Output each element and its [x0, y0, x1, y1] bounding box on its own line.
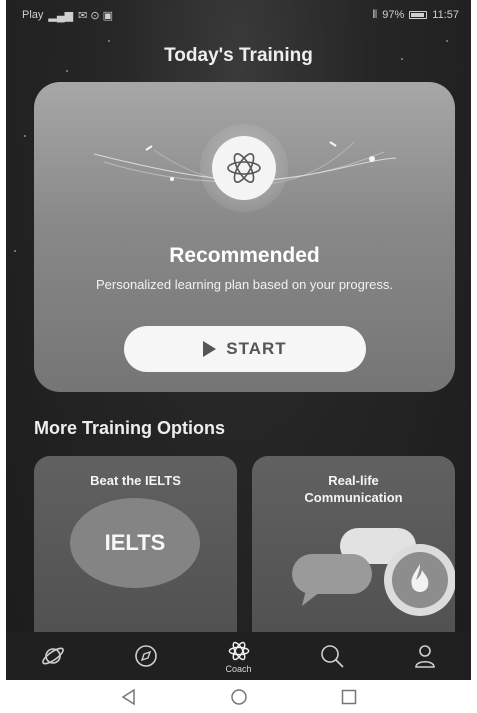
option-label: Beat the IELTS — [90, 473, 181, 488]
vibrate-icon: ⦀ — [372, 8, 378, 21]
recents-button[interactable] — [329, 680, 369, 713]
chat-bubbles-icon — [292, 528, 455, 616]
status-bar: Play ▂▄▆ ✉ ⊙ ▣ ⦀ 97% 11:57 — [6, 0, 471, 30]
back-button[interactable] — [109, 680, 149, 713]
app-screen: Play ▂▄▆ ✉ ⊙ ▣ ⦀ 97% 11:57 Today's Train… — [6, 0, 471, 680]
option-card-communication[interactable]: Real-life Communication — [252, 456, 455, 646]
clock: 11:57 — [432, 9, 459, 21]
carrier-label: Play — [22, 9, 44, 21]
planet-icon — [41, 647, 64, 665]
nav-planet[interactable] — [23, 632, 83, 680]
compass-icon — [134, 645, 157, 667]
nav-coach[interactable]: Coach — [209, 632, 269, 680]
atom-halo — [200, 124, 288, 212]
bottom-nav: Coach — [6, 632, 471, 680]
nav-compass[interactable] — [116, 632, 176, 680]
nav-coach-label: Coach — [225, 663, 252, 674]
battery-percent: 97% — [382, 9, 405, 21]
home-button[interactable] — [219, 680, 259, 713]
recommended-title: Recommended — [169, 244, 320, 267]
search-icon — [320, 645, 344, 668]
back-icon — [121, 688, 135, 705]
section-title: More Training Options — [34, 418, 226, 438]
start-button[interactable]: START — [124, 326, 366, 372]
page-title: Today's Training — [164, 45, 313, 66]
coach-icon — [228, 641, 249, 660]
option-card-ielts[interactable]: Beat the IELTS IELTS — [34, 456, 237, 646]
recents-icon — [341, 689, 356, 704]
phone-screen: Play ▂▄▆ ✉ ⊙ ▣ ⦀ 97% 11:57 Today's Train… — [6, 0, 471, 713]
nav-profile[interactable] — [395, 632, 455, 680]
system-navigation-bar — [6, 680, 471, 713]
signal-icon: ▂▄▆ — [48, 9, 74, 22]
ielts-badge: IELTS — [70, 498, 200, 588]
recommended-card[interactable]: Recommended Personalized learning plan b… — [34, 82, 455, 392]
option-label: Real-life Communication — [304, 473, 403, 505]
start-label: START — [226, 339, 287, 358]
atom-icon — [212, 136, 276, 200]
recommended-description: Personalized learning plan based on your… — [95, 277, 394, 292]
play-icon — [203, 341, 217, 357]
profile-icon — [414, 645, 435, 668]
battery-icon — [409, 11, 428, 19]
nav-search[interactable] — [302, 632, 362, 680]
notification-icons: ✉ ⊙ ▣ — [78, 9, 114, 22]
home-icon — [230, 688, 247, 705]
